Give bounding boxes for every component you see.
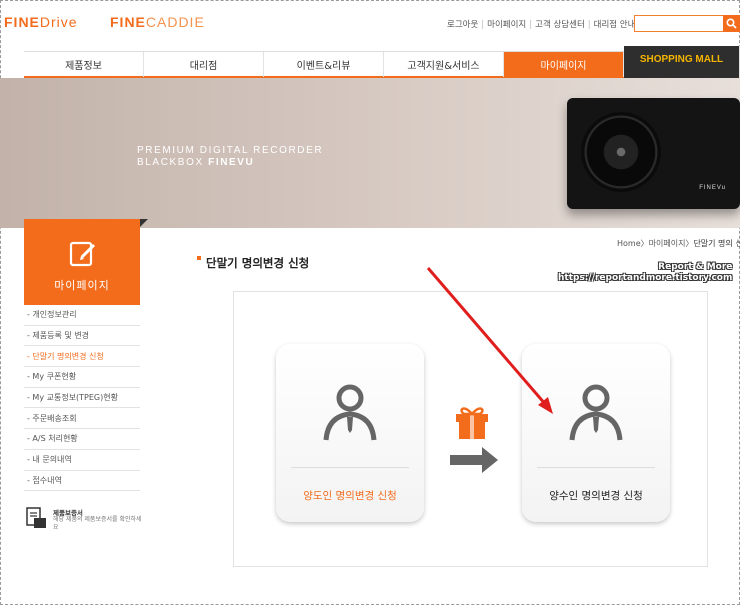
breadcrumb: Home〉마이페이지〉단말기 명의 신 (617, 238, 740, 249)
search-button[interactable] (723, 15, 740, 32)
dealer-info-link[interactable]: 대리점 안내 (594, 20, 636, 30)
nav-event-review[interactable]: 이벤트&리뷰 (264, 52, 384, 77)
warranty-desc: 해당 제품의 제품보증서를 확인하세요 (53, 516, 142, 531)
title-bullet (197, 256, 201, 260)
sidebar-item-receipts[interactable]: - 접수내역 (24, 471, 140, 492)
dashcam-image: FINEVu (567, 98, 740, 209)
warranty-doc-icon (26, 507, 46, 528)
nav-shopping-mall[interactable]: SHOPPING MALL (624, 46, 740, 78)
watermark: Report & More https://reportandmore.tist… (558, 262, 733, 283)
name-change-panel: 양도인 명의변경 신청 양수인 명의변경 신청 (233, 291, 708, 567)
search-input[interactable] (635, 20, 726, 36)
transferor-card[interactable]: 양도인 명의변경 신청 (276, 344, 424, 522)
transferee-label: 양수인 명의변경 신청 (549, 490, 643, 502)
sidebar-title: 마이페이지 (54, 279, 110, 292)
sidebar-item-coupons[interactable]: - My 쿠폰현황 (24, 367, 140, 388)
edit-note-icon (69, 241, 96, 267)
sidebar-item-personal-info[interactable]: - 개인정보관리 (24, 305, 140, 326)
sidebar-item-orders[interactable]: - 주문배송조회 (24, 408, 140, 430)
sidebar-menu: - 개인정보관리 - 제품등록 및 변경 - 단말기 명의변경 신청 - My … (24, 305, 140, 492)
arrow-right-icon (450, 447, 498, 473)
sidebar-item-tpeg[interactable]: - My 교통정보(TPEG)현황 (24, 388, 140, 409)
nav-dealer[interactable]: 대리점 (144, 52, 264, 77)
person-icon (569, 384, 623, 441)
banner-text: PREMIUM DIGITAL RECORDER BLACKBOX FINEVU (137, 145, 324, 168)
camera-lens (581, 112, 661, 192)
finedrive-logo[interactable]: FINEDrive (4, 14, 78, 30)
breadcrumb-current: 단말기 명의 신 (693, 239, 740, 248)
sidebar-header: 마이페이지 (24, 219, 148, 305)
utility-links: 로그아웃 | 마이페이지 | 고객 상담센터 | 대리점 안내 (447, 20, 636, 30)
device-logo: FINEVu (699, 185, 726, 191)
transferor-label: 양도인 명의변경 신청 (303, 490, 397, 502)
logout-link[interactable]: 로그아웃 (447, 20, 478, 30)
hero-banner: PREMIUM DIGITAL RECORDER BLACKBOX FINEVU… (0, 78, 740, 228)
sidebar-item-product-register[interactable]: - 제품등록 및 변경 (24, 326, 140, 347)
sidebar-item-as-status[interactable]: - A/S 처리현황 (24, 429, 140, 450)
finecaddie-logo[interactable]: FINECADDIE (110, 14, 205, 30)
breadcrumb-mypage[interactable]: 마이페이지 (649, 239, 686, 248)
breadcrumb-home[interactable]: Home (617, 239, 641, 248)
nav-support-service[interactable]: 고객지원&서비스 (384, 52, 504, 77)
customer-center-link[interactable]: 고객 상담센터 (535, 20, 585, 30)
mypage-link[interactable]: 마이페이지 (487, 20, 526, 30)
search-icon (726, 18, 737, 29)
main-nav: 제품정보 대리점 이벤트&리뷰 고객지원&서비스 마이페이지 SHOPPING … (24, 46, 740, 78)
person-icon (323, 384, 377, 441)
nav-mypage[interactable]: 마이페이지 (504, 52, 624, 77)
nav-product-info[interactable]: 제품정보 (24, 52, 144, 77)
gift-icon (456, 407, 488, 439)
page-title: 단말기 명의변경 신청 (206, 256, 310, 270)
sidebar-item-name-change[interactable]: - 단말기 명의변경 신청 (24, 346, 140, 368)
transferee-card[interactable]: 양수인 명의변경 신청 (522, 344, 670, 522)
sidebar-item-inquiries[interactable]: - 내 문의내역 (24, 450, 140, 471)
search-box (634, 15, 727, 36)
